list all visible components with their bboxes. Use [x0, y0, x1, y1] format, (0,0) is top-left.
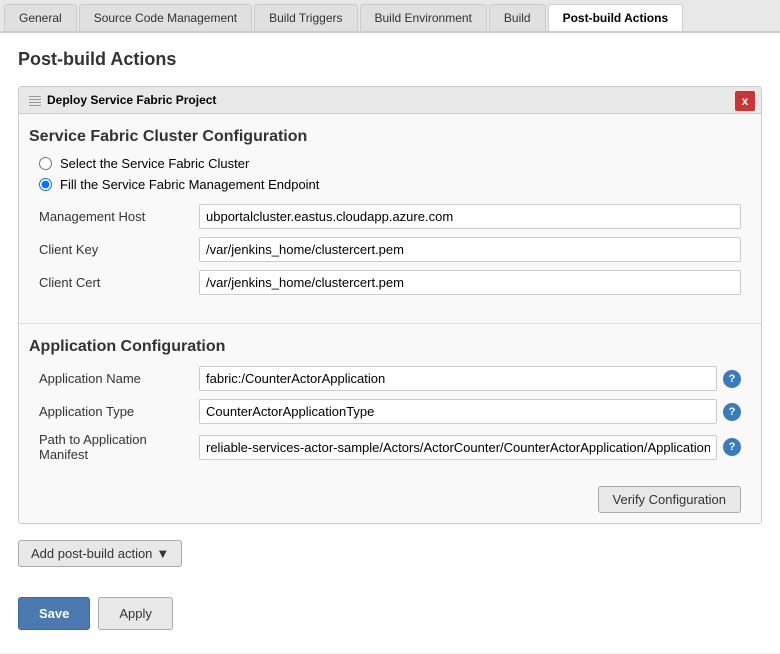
verify-row: Verify Configuration	[29, 480, 751, 523]
cluster-fields: Management Host Client Key Client Cert	[29, 204, 751, 313]
tab-build-triggers[interactable]: Build Triggers	[254, 4, 357, 31]
app-manifest-label: Path to Application Manifest	[39, 432, 199, 462]
tab-general[interactable]: General	[4, 4, 77, 31]
verify-configuration-button[interactable]: Verify Configuration	[598, 486, 741, 513]
client-key-label: Client Key	[39, 242, 199, 257]
app-type-label: Application Type	[39, 404, 199, 419]
drag-handle[interactable]	[29, 94, 41, 106]
radio-option-select: Select the Service Fabric Cluster	[39, 156, 741, 171]
app-manifest-help-icon[interactable]: ?	[723, 438, 741, 456]
tab-post-build-actions[interactable]: Post-build Actions	[548, 4, 684, 31]
add-post-build-action-button[interactable]: Add post-build action ▼	[18, 540, 182, 567]
tab-source-code[interactable]: Source Code Management	[79, 4, 252, 31]
add-action-label: Add post-build action	[31, 546, 152, 561]
app-name-label: Application Name	[39, 371, 199, 386]
tab-build-environment[interactable]: Build Environment	[360, 4, 487, 31]
service-fabric-section: Service Fabric Cluster Configuration Sel…	[19, 128, 761, 313]
cluster-radio-group: Select the Service Fabric Cluster Fill t…	[29, 156, 751, 192]
section-divider	[19, 323, 761, 324]
close-action-button[interactable]: x	[735, 91, 755, 111]
app-type-row: Application Type ?	[39, 399, 741, 424]
action-card-title: Deploy Service Fabric Project	[47, 93, 216, 107]
main-content: Post-build Actions Deploy Service Fabric…	[0, 33, 780, 653]
app-name-input[interactable]	[199, 366, 717, 391]
radio-fill-endpoint[interactable]	[39, 178, 52, 191]
app-manifest-input[interactable]	[199, 435, 717, 460]
app-fields: Application Name ? Application Type ? Pa…	[29, 366, 751, 480]
client-key-input[interactable]	[199, 237, 741, 262]
client-cert-label: Client Cert	[39, 275, 199, 290]
app-name-help-icon[interactable]: ?	[723, 370, 741, 388]
client-cert-row: Client Cert	[39, 270, 741, 295]
app-config-section: Application Configuration Application Na…	[19, 338, 761, 523]
tab-bar: General Source Code Management Build Tri…	[0, 0, 780, 33]
app-name-row: Application Name ?	[39, 366, 741, 391]
app-config-section-title: Application Configuration	[29, 338, 751, 356]
apply-button[interactable]: Apply	[98, 597, 173, 630]
app-manifest-row: Path to Application Manifest ?	[39, 432, 741, 462]
deploy-action-card: Deploy Service Fabric Project x Service …	[18, 86, 762, 524]
radio-select-cluster[interactable]	[39, 157, 52, 170]
radio-option-fill: Fill the Service Fabric Management Endpo…	[39, 177, 741, 192]
management-host-row: Management Host	[39, 204, 741, 229]
radio-fill-endpoint-label[interactable]: Fill the Service Fabric Management Endpo…	[60, 177, 319, 192]
radio-select-cluster-label[interactable]: Select the Service Fabric Cluster	[60, 156, 249, 171]
dropdown-arrow-icon: ▼	[156, 546, 169, 561]
management-host-input[interactable]	[199, 204, 741, 229]
bottom-bar: Save Apply	[18, 587, 762, 640]
client-key-row: Client Key	[39, 237, 741, 262]
management-host-label: Management Host	[39, 209, 199, 224]
page-title: Post-build Actions	[18, 49, 762, 70]
client-cert-input[interactable]	[199, 270, 741, 295]
app-type-input[interactable]	[199, 399, 717, 424]
action-card-header: Deploy Service Fabric Project	[19, 87, 761, 114]
tab-build[interactable]: Build	[489, 4, 546, 31]
save-button[interactable]: Save	[18, 597, 90, 630]
service-fabric-section-title: Service Fabric Cluster Configuration	[29, 128, 751, 146]
app-type-help-icon[interactable]: ?	[723, 403, 741, 421]
